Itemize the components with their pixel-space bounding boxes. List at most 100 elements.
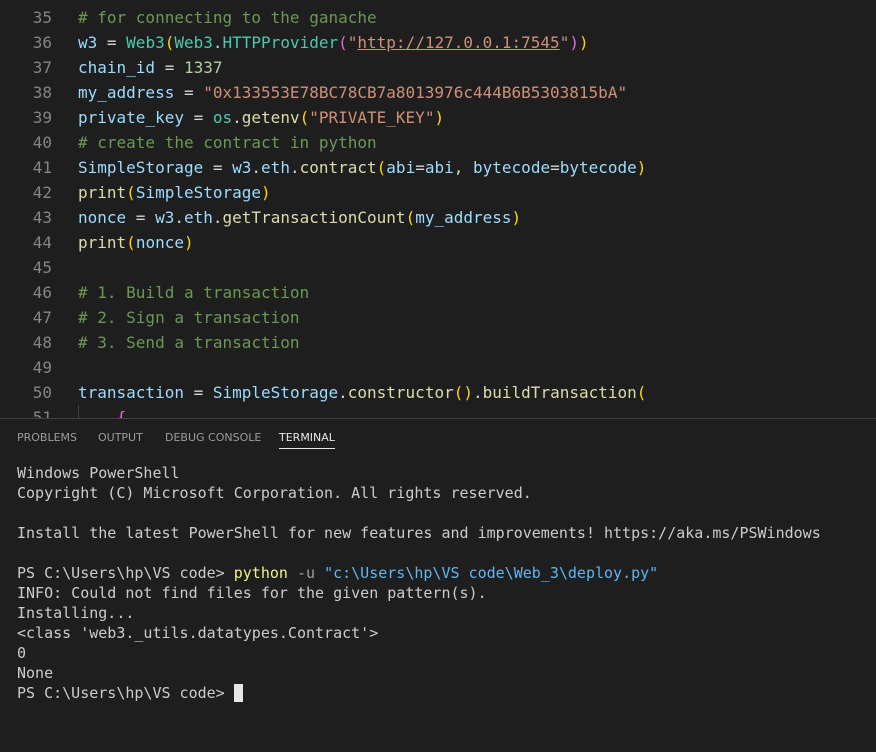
code-token: = — [155, 58, 184, 77]
tab-problems[interactable]: PROBLEMS — [17, 431, 77, 448]
line-number: 46 — [32, 283, 52, 302]
code-token: = — [126, 208, 156, 227]
code-token: eth — [261, 158, 290, 177]
code-token: "0x133553E78BC78CB7a8013976c444B6B530381… — [203, 83, 628, 102]
line-number: 51 — [32, 408, 52, 418]
code-token: HTTPProvider — [222, 33, 339, 52]
line-number: 39 — [32, 108, 52, 127]
code-token: contract — [299, 158, 377, 177]
code-token: transaction — [78, 383, 184, 402]
code-text: nonce = w3.eth.getTransactionCount(my_ad… — [78, 205, 521, 230]
tab-output[interactable]: OUTPUT — [98, 431, 143, 448]
code-token: print — [78, 233, 127, 252]
code-token: ( — [126, 183, 136, 202]
code-token: buildTransaction — [482, 383, 637, 402]
terminal-line: Installing... — [17, 604, 135, 622]
code-token: Web3 — [126, 33, 165, 52]
terminal-command-line: PS C:\Users\hp\VS code> python -u "c:\Us… — [17, 563, 867, 583]
code-token: abi — [424, 158, 454, 177]
code-token: . — [212, 208, 223, 227]
code-token: " — [347, 33, 358, 52]
panel-tab-bar: PROBLEMS OUTPUT DEBUG CONSOLE TERMINAL — [0, 419, 876, 455]
code-token: # create the contract in python — [78, 133, 377, 152]
terminal-output[interactable]: Windows PowerShell Copyright (C) Microso… — [17, 463, 867, 748]
code-token: my_address — [415, 208, 512, 227]
code-line[interactable]: 40 # create the contract in python — [0, 130, 876, 155]
code-text: transaction = SimpleStorage.constructor(… — [78, 380, 646, 405]
line-number: 42 — [32, 183, 52, 202]
code-line[interactable]: 38 my_address = "0x133553E78BC78CB7a80139… — [0, 80, 876, 105]
code-token: http://127.0.0.1:7545 — [357, 33, 560, 52]
code-token: = — [174, 83, 204, 102]
code-token: # for connecting to the ganache — [78, 8, 377, 27]
code-token: { — [78, 408, 127, 418]
code-line[interactable]: 48 # 3. Send a transaction — [0, 330, 876, 355]
code-text: print(SimpleStorage) — [78, 180, 271, 205]
code-token: ) — [463, 383, 473, 402]
code-line[interactable]: 35 # for connecting to the ganache — [0, 5, 876, 30]
code-token: getenv — [241, 108, 300, 127]
code-line[interactable]: 41 SimpleStorage = w3.eth.contract(abi=ab… — [0, 155, 876, 180]
code-line[interactable]: 42 print(SimpleStorage) — [0, 180, 876, 205]
code-token: " — [559, 33, 570, 52]
line-number: 36 — [32, 33, 52, 52]
code-token: . — [232, 108, 242, 127]
code-text: # 2. Sign a transaction — [78, 305, 300, 330]
code-token: os — [212, 108, 233, 127]
code-line[interactable]: 51 { — [0, 405, 876, 418]
code-token: SimpleStorage — [135, 183, 262, 202]
code-text: # 3. Send a transaction — [78, 330, 300, 355]
tab-terminal[interactable]: TERMINAL — [279, 431, 335, 449]
code-token: ) — [636, 158, 647, 177]
code-line[interactable]: 36 w3 = Web3(Web3.HTTPProvider("http://12… — [0, 30, 876, 55]
terminal-command: python — [233, 564, 288, 582]
indent-guide — [78, 405, 79, 418]
code-token: ) — [578, 33, 589, 52]
code-token: ) — [569, 33, 579, 52]
terminal-prompt: PS C:\Users\hp\VS code> — [17, 564, 234, 582]
tab-debug-console[interactable]: DEBUG CONSOLE — [165, 431, 261, 448]
code-token: , — [453, 158, 474, 177]
code-token: abi — [386, 158, 416, 177]
terminal-flag: -u — [287, 564, 325, 582]
code-line[interactable]: 44 print(nonce) — [0, 230, 876, 255]
terminal-argument: "c:\Users\hp\VS code\Web_3\deploy.py" — [324, 564, 659, 582]
line-number: 48 — [32, 333, 52, 352]
terminal-line: <class 'web3._utils.datatypes.Contract'> — [17, 624, 379, 642]
code-line[interactable]: 47 # 2. Sign a transaction — [0, 305, 876, 330]
terminal-line: Copyright (C) Microsoft Corporation. All… — [17, 484, 532, 502]
code-token: nonce — [135, 233, 184, 252]
code-token: w3 — [232, 158, 252, 177]
code-text: private_key = os.getenv("PRIVATE_KEY") — [78, 105, 444, 130]
terminal-cursor — [233, 684, 243, 702]
code-token: private_key — [78, 108, 184, 127]
code-token: = — [203, 158, 233, 177]
terminal-prompt-line[interactable]: PS C:\Users\hp\VS code> — [17, 683, 867, 703]
code-token: . — [473, 383, 483, 402]
code-token: ) — [261, 183, 271, 202]
code-line[interactable]: 43 nonce = w3.eth.getTransactionCount(my_… — [0, 205, 876, 230]
code-line[interactable]: 45 — [0, 255, 876, 280]
code-line[interactable]: 50 transaction = SimpleStorage.constructo… — [0, 380, 876, 405]
code-line[interactable]: 49 — [0, 355, 876, 380]
code-token: ) — [511, 208, 522, 227]
line-number: 50 — [32, 383, 52, 402]
code-line[interactable]: 46 # 1. Build a transaction — [0, 280, 876, 305]
line-number: 43 — [32, 208, 52, 227]
code-token: ( — [338, 33, 348, 52]
code-line[interactable]: 37 chain_id = 1337 — [0, 55, 876, 80]
code-token: w3 — [78, 33, 98, 52]
code-token: ( — [405, 208, 416, 227]
code-token: my_address — [78, 83, 175, 102]
code-token: bytecode — [473, 158, 551, 177]
code-token: ) — [183, 233, 194, 252]
code-token: . — [251, 158, 262, 177]
code-editor[interactable]: 35 # for connecting to the ganache 36 w3 = … — [0, 0, 876, 418]
code-token: . — [212, 33, 223, 52]
terminal-prompt: PS C:\Users\hp\VS code> — [17, 684, 234, 702]
code-line[interactable]: 39 private_key = os.getenv("PRIVATE_KEY") — [0, 105, 876, 130]
code-token: ( — [376, 158, 387, 177]
code-token: Web3 — [174, 33, 213, 52]
code-text: my_address = "0x133553E78BC78CB7a8013976… — [78, 80, 627, 105]
